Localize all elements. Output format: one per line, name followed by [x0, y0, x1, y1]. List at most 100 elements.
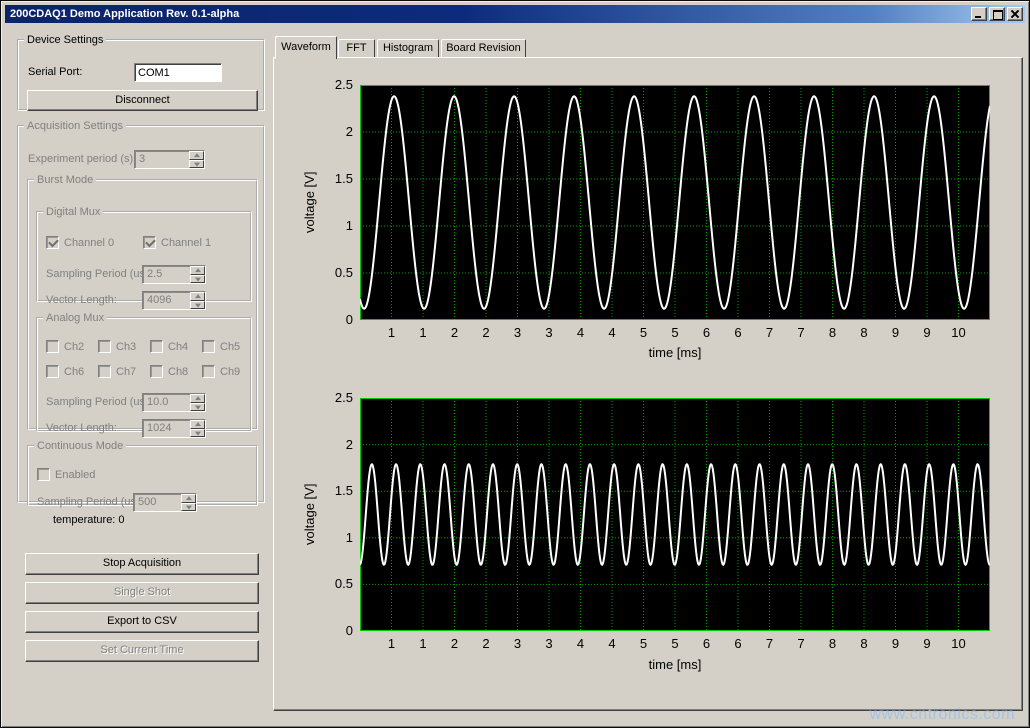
channel1-checkbox[interactable]: Channel 1: [143, 236, 211, 249]
x-tick-label: 8: [860, 325, 867, 340]
x-tick-label: 7: [797, 325, 804, 340]
x-tick-label: 9: [892, 636, 899, 651]
ch3-checkbox[interactable]: Ch3: [98, 340, 136, 353]
x-tick-label: 5: [671, 325, 678, 340]
experiment-period-label: Experiment period (s):: [28, 153, 136, 165]
tab-histogram[interactable]: Histogram: [377, 39, 439, 57]
x-tick-label: 10: [951, 325, 965, 340]
ch9-checkbox[interactable]: Ch9: [202, 365, 240, 378]
export-csv-button[interactable]: Export to CSV: [25, 611, 259, 633]
x-tick-label: 4: [577, 636, 584, 651]
continuous-sampling-period-spinner[interactable]: 500: [133, 493, 197, 512]
x-tick-label: 7: [797, 636, 804, 651]
experiment-period-spinner[interactable]: 3: [134, 150, 205, 169]
ch6-label: Ch6: [64, 366, 84, 378]
ch5-checkbox[interactable]: Ch5: [202, 340, 240, 353]
checkbox-icon: [98, 365, 111, 378]
spin-down-button[interactable]: [190, 275, 205, 284]
spin-up-button[interactable]: [189, 151, 204, 160]
serial-port-input[interactable]: [134, 63, 222, 82]
maximize-button[interactable]: [989, 7, 1005, 21]
x-tick-label: 1: [388, 636, 395, 651]
x-tick-label: 5: [671, 636, 678, 651]
chart1-y-axis-label: voltage [V]: [302, 85, 318, 320]
x-tick-label: 3: [545, 325, 552, 340]
continuous-enabled-checkbox[interactable]: Enabled: [37, 468, 95, 481]
x-tick-label: 2: [482, 636, 489, 651]
ch7-label: Ch7: [116, 366, 136, 378]
set-current-time-button[interactable]: Set Current Time: [25, 640, 259, 662]
acquisition-settings-legend: Acquisition Settings: [24, 120, 126, 132]
spin-up-button[interactable]: [181, 494, 196, 503]
spin-down-button[interactable]: [190, 301, 205, 310]
checkbox-icon: [46, 365, 59, 378]
checkbox-icon: [37, 468, 50, 481]
digital-sampling-period-spinner[interactable]: 2.5: [142, 265, 206, 284]
x-tick-label: 3: [514, 636, 521, 651]
x-tick-label: 1: [419, 325, 426, 340]
ch8-label: Ch8: [168, 366, 188, 378]
tab-board-revision[interactable]: Board Revision: [441, 39, 526, 57]
device-settings-legend: Device Settings: [24, 34, 106, 46]
analog-vector-length-label: Vector Length:: [46, 422, 117, 434]
single-shot-button[interactable]: Single Shot: [25, 582, 259, 604]
ch7-checkbox[interactable]: Ch7: [98, 365, 136, 378]
tab-waveform[interactable]: Waveform: [275, 36, 337, 59]
x-tick-label: 6: [703, 325, 710, 340]
x-tick-label: 6: [734, 636, 741, 651]
ch6-checkbox[interactable]: Ch6: [46, 365, 84, 378]
ch2-label: Ch2: [64, 341, 84, 353]
ch2-checkbox[interactable]: Ch2: [46, 340, 84, 353]
checkbox-icon: [98, 340, 111, 353]
disconnect-button[interactable]: Disconnect: [27, 90, 258, 111]
x-tick-label: 7: [766, 636, 773, 651]
y-tick-label: 2: [346, 437, 353, 452]
spin-up-button[interactable]: [190, 394, 205, 403]
analog-sampling-period-value: 10.0: [143, 394, 190, 411]
x-tick-label: 3: [514, 325, 521, 340]
x-tick-label: 9: [892, 325, 899, 340]
spin-down-button[interactable]: [181, 503, 196, 512]
spin-up-button[interactable]: [190, 420, 205, 429]
chart1-y-ticks: 00.511.522.5: [318, 85, 356, 320]
y-tick-label: 1.5: [335, 483, 353, 498]
analog-vector-length-spinner[interactable]: 1024: [142, 419, 206, 438]
ch5-label: Ch5: [220, 341, 240, 353]
y-tick-label: 0: [346, 312, 353, 327]
x-tick-label: 4: [608, 636, 615, 651]
spin-up-button[interactable]: [190, 292, 205, 301]
digital-vector-length-spinner[interactable]: 4096: [142, 291, 206, 310]
x-tick-label: 9: [923, 636, 930, 651]
burst-mode-legend: Burst Mode: [34, 174, 96, 186]
channel0-label: Channel 0: [64, 237, 114, 249]
checkbox-icon: [150, 365, 163, 378]
analog-mux-group: Analog Mux Ch2 Ch3 Ch4 Ch5: [36, 312, 252, 432]
close-button[interactable]: [1007, 7, 1023, 21]
x-tick-label: 5: [640, 636, 647, 651]
chart2-y-ticks: 00.511.522.5: [318, 398, 356, 631]
y-tick-label: 2: [346, 124, 353, 139]
temperature-status: temperature: 0: [53, 514, 125, 526]
title-bar[interactable]: 200CDAQ1 Demo Application Rev. 0.1-alpha: [5, 5, 1025, 23]
analog-sampling-period-spinner[interactable]: 10.0: [142, 393, 206, 412]
spinner-arrows: [190, 420, 205, 437]
spin-up-button[interactable]: [190, 266, 205, 275]
spin-down-button[interactable]: [190, 403, 205, 412]
channel0-checkbox[interactable]: Channel 0: [46, 236, 114, 249]
ch8-checkbox[interactable]: Ch8: [150, 365, 188, 378]
spinner-arrows: [190, 266, 205, 283]
checkbox-icon: [46, 236, 59, 249]
analog-sampling-period-label: Sampling Period (us):: [46, 396, 152, 408]
spin-down-button[interactable]: [190, 429, 205, 438]
stop-acquisition-button[interactable]: Stop Acquisition: [25, 553, 259, 575]
x-tick-label: 8: [860, 636, 867, 651]
minimize-button[interactable]: [971, 7, 987, 21]
tab-fft[interactable]: FFT: [338, 39, 375, 57]
spinner-arrows: [190, 292, 205, 309]
serial-port-label: Serial Port:: [28, 66, 82, 78]
chart1-x-ticks: 11223344556677889910: [360, 324, 990, 340]
y-tick-label: 1: [346, 218, 353, 233]
spin-down-button[interactable]: [189, 160, 204, 169]
ch3-label: Ch3: [116, 341, 136, 353]
ch4-checkbox[interactable]: Ch4: [150, 340, 188, 353]
